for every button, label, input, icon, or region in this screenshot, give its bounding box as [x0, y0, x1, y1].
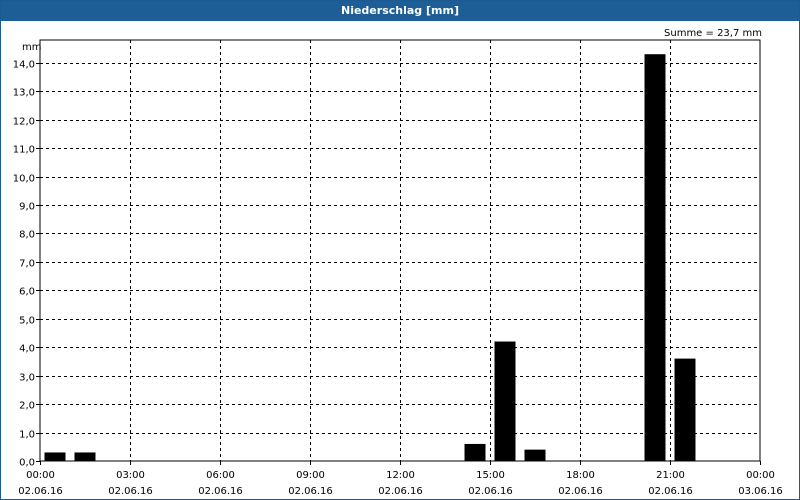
x-tick-time: 12:00: [386, 470, 415, 481]
x-tick-time: 00:00: [26, 470, 55, 481]
x-tick-date: 02.06.16: [648, 486, 693, 497]
x-tick-date: 02.06.16: [108, 486, 153, 497]
sum-annotation: Summe = 23,7 mm: [664, 28, 762, 39]
x-tick-time: 21:00: [656, 470, 685, 481]
y-tick-label: 14,0: [13, 60, 35, 71]
x-tick-time: 03:00: [116, 470, 145, 481]
x-tick-time: 18:00: [566, 470, 595, 481]
y-axis-unit: mm: [22, 42, 41, 53]
precipitation-bar: [674, 358, 696, 461]
y-tick-label: 3,0: [19, 373, 35, 384]
y-tick-label: 9,0: [19, 202, 35, 213]
y-tick-label: 4,0: [19, 344, 35, 355]
precipitation-bar: [74, 452, 96, 461]
y-tick-label: 8,0: [19, 230, 35, 241]
y-tick-label: 11,0: [13, 145, 35, 156]
x-tick-date: 02.06.16: [288, 486, 333, 497]
y-tick-label: 7,0: [19, 259, 35, 270]
y-tick-label: 5,0: [19, 316, 35, 327]
x-tick-time: 15:00: [476, 470, 505, 481]
x-tick-time: 00:00: [746, 470, 775, 481]
x-tick-time: 09:00: [296, 470, 325, 481]
y-tick-label: 1,0: [19, 430, 35, 441]
precipitation-bar: [464, 443, 486, 461]
x-tick-date: 03.06.16: [738, 486, 783, 497]
y-tick-label: 6,0: [19, 287, 35, 298]
x-tick-date: 02.06.16: [18, 486, 63, 497]
y-tick-label: 12,0: [13, 117, 35, 128]
x-tick-date: 02.06.16: [558, 486, 603, 497]
precipitation-bar: [644, 54, 666, 462]
precipitation-bar: [494, 341, 516, 461]
y-tick-label: 0,0: [19, 458, 35, 469]
precipitation-chart: 0,0 1,0 2,0 3,0 4,0 5,0 6,0 7,0 8,0 9,0 10,0 11,0 12…: [13, 28, 783, 497]
precipitation-bar: [44, 452, 66, 461]
x-tick-date: 02.06.16: [378, 486, 423, 497]
precipitation-bar: [524, 449, 546, 461]
y-tick-label: 2,0: [19, 401, 35, 412]
x-tick-date: 02.06.16: [198, 486, 243, 497]
x-tick-time: 06:00: [206, 470, 235, 481]
y-tick-label: 13,0: [13, 88, 35, 99]
y-tick-label: 10,0: [13, 174, 35, 185]
x-tick-date: 02.06.16: [468, 486, 513, 497]
